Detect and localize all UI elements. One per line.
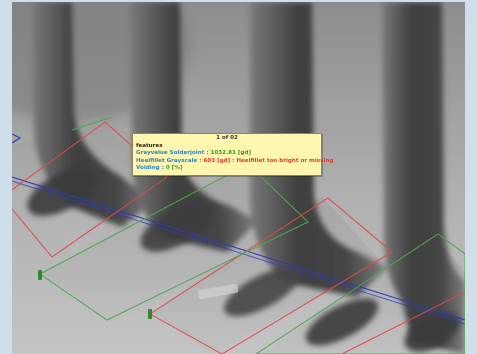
tooltip-row-grayvalue: Grayvalue Solderjoint : 1032.81 [gd] (136, 150, 318, 158)
tooltip-value: 1032.81 [gd] (210, 150, 252, 157)
tooltip-heading: features (136, 142, 163, 149)
tooltip-label: Grayvalue Solderjoint : (136, 150, 211, 157)
tooltip-row-voiding: Voiding : 0 [%] (136, 165, 318, 173)
xray-image (12, 2, 465, 354)
tooltip-label: Heelfillet Grayscale : (136, 157, 204, 164)
xray-image-viewer[interactable]: 1 of 02 features Grayvalue Solderjoint :… (12, 2, 465, 354)
tooltip-counter: 1 of 02 (216, 135, 238, 141)
tooltip-value: 603 [gd] : Heelfillet too bright or miss… (203, 157, 334, 164)
tooltip-row-heelfillet: Heelfillet Grayscale : 603 [gd] : Heelfi… (136, 157, 333, 166)
feature-tooltip: 1 of 02 features Grayvalue Solderjoint :… (132, 133, 333, 176)
tooltip-label: Voiding : (136, 165, 166, 172)
window-frame: 1 of 02 features Grayvalue Solderjoint :… (0, 0, 477, 354)
tooltip-value: 0 [%] (165, 165, 183, 172)
